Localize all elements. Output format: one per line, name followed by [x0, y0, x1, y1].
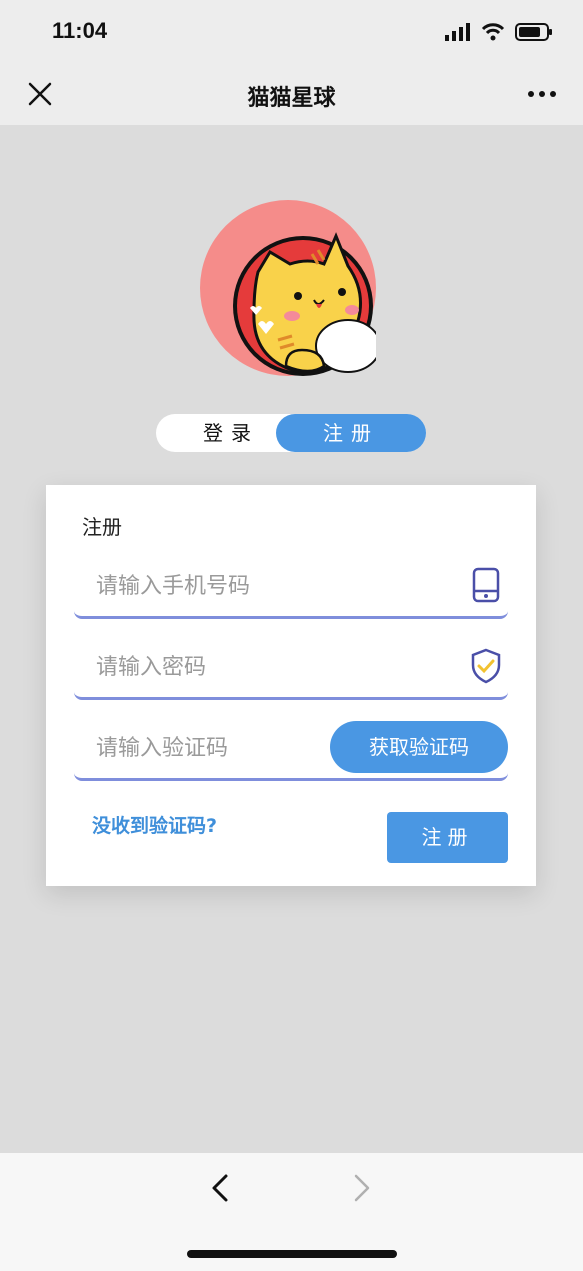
status-icons — [445, 22, 553, 42]
shield-check-icon — [471, 648, 501, 684]
nav-bar: 猫猫星球 — [0, 62, 583, 125]
tab-register[interactable]: 注册 — [276, 414, 426, 452]
home-indicator — [187, 1250, 397, 1258]
form-title: 注册 — [82, 515, 122, 539]
bottom-toolbar — [0, 1153, 583, 1271]
cat-logo-avatar — [200, 200, 376, 376]
resend-code-link[interactable]: 没收到验证码? — [92, 811, 217, 838]
password-field — [74, 630, 508, 700]
battery-icon — [515, 23, 552, 41]
chevron-left-icon[interactable] — [206, 1173, 234, 1203]
page-title: 猫猫星球 — [247, 86, 336, 111]
wifi-icon — [481, 23, 505, 41]
register-submit-button[interactable]: 注册 — [387, 812, 508, 863]
cellular-signal-icon — [445, 23, 470, 41]
phone-input[interactable] — [94, 567, 428, 605]
chevron-right-icon[interactable] — [348, 1173, 376, 1203]
phone-icon — [472, 567, 500, 603]
password-input[interactable] — [94, 648, 428, 686]
register-card: 注册 获取验证码 没收到验证码? 注册 — [46, 485, 536, 886]
status-time: 11:04 — [52, 18, 108, 43]
get-code-button[interactable]: 获取验证码 — [330, 721, 508, 773]
auth-mode-toggle: 登录 注册 — [156, 414, 426, 452]
code-field: 获取验证码 — [74, 711, 508, 781]
code-input[interactable] — [94, 729, 318, 767]
phone-field — [74, 549, 508, 619]
status-bar: 11:04 — [0, 0, 583, 62]
more-icon[interactable] — [527, 82, 557, 106]
